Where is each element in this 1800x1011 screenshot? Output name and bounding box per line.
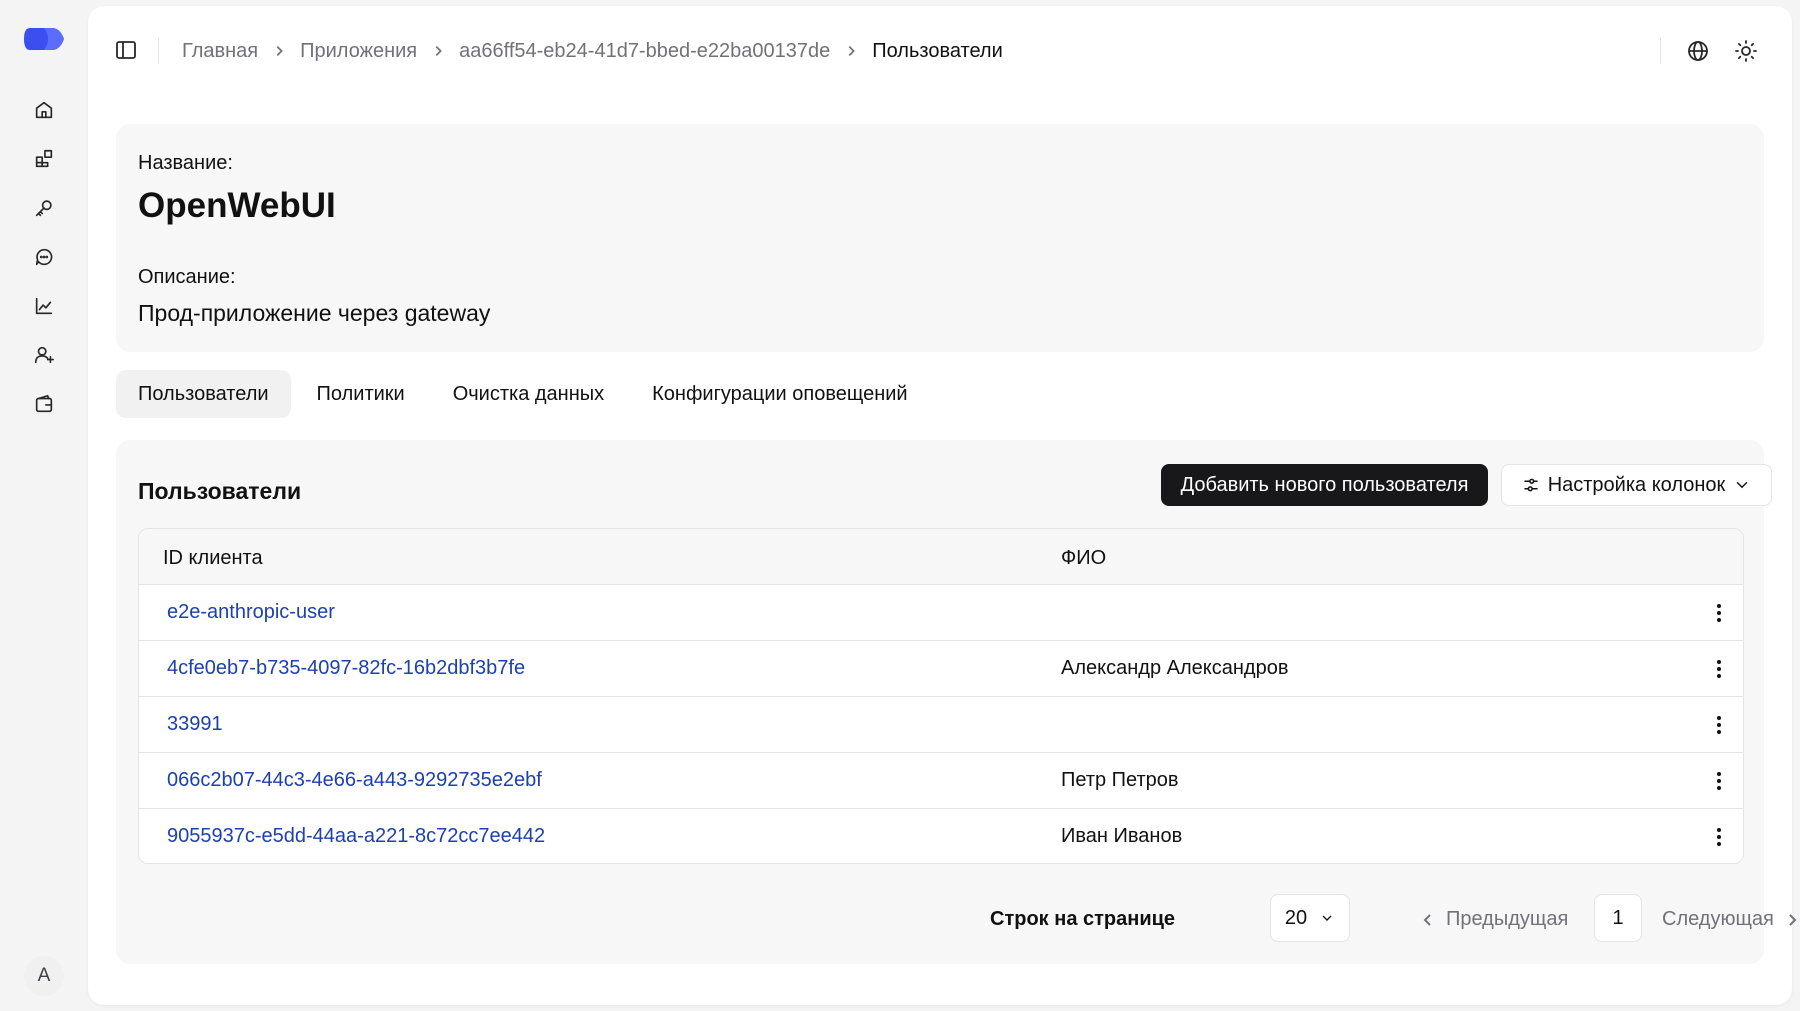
- chevron-right-icon: [272, 44, 286, 58]
- tab-data-cleanup[interactable]: Очистка данных: [431, 370, 626, 418]
- apps-icon: [35, 149, 53, 168]
- wallet-icon: [35, 394, 53, 413]
- header-right-divider: [1660, 38, 1661, 64]
- logo-icon[interactable]: [22, 26, 66, 52]
- column-settings-label: Настройка колонок: [1547, 473, 1726, 496]
- tab-policies[interactable]: Политики: [295, 370, 427, 418]
- client-id-link[interactable]: 9055937c-e5dd-44aa-a221-8c72cc7ee442: [167, 825, 545, 848]
- breadcrumb: Главная Приложения aa66ff54-eb24-41d7-bb…: [182, 38, 1003, 64]
- breadcrumb-home[interactable]: Главная: [182, 40, 258, 63]
- rows-per-page-select[interactable]: 20: [1270, 894, 1350, 942]
- breadcrumb-apps[interactable]: Приложения: [300, 40, 417, 63]
- full-name: Петр Петров: [1061, 769, 1179, 791]
- row-actions-button[interactable]: [1707, 655, 1731, 683]
- name-label: Название:: [138, 152, 233, 174]
- sidebar-toggle-icon: [116, 41, 136, 59]
- tab-notification-configs[interactable]: Конфигурации оповещений: [630, 370, 929, 418]
- sidebar-item-chats[interactable]: [24, 237, 64, 277]
- more-vertical-icon: [1717, 604, 1721, 622]
- row-actions-button[interactable]: [1707, 711, 1731, 739]
- rows-per-page-value: 20: [1284, 906, 1308, 929]
- chevron-right-icon: [844, 44, 858, 58]
- theme-toggle-button[interactable]: [1732, 37, 1760, 65]
- table-row: 4cfe0eb7-b735-4097-82fc-16b2dbf3b7fe Але…: [139, 641, 1743, 697]
- chart-icon: [35, 297, 53, 315]
- chevron-down-icon: [1322, 915, 1332, 921]
- chevron-left-icon: [1423, 913, 1431, 926]
- previous-page-button[interactable]: Предыдущая: [1420, 908, 1568, 931]
- breadcrumb-app-id[interactable]: aa66ff54-eb24-41d7-bbed-e22ba00137de: [459, 40, 830, 63]
- add-user-button[interactable]: Добавить нового пользователя: [1161, 464, 1488, 506]
- table-row: 33991: [139, 697, 1743, 753]
- home-icon: [35, 101, 53, 119]
- more-vertical-icon: [1717, 772, 1721, 790]
- users-card: Пользователи Добавить нового пользовател…: [116, 440, 1797, 964]
- table-row: 9055937c-e5dd-44aa-a221-8c72cc7ee442 Ива…: [139, 809, 1743, 863]
- more-vertical-icon: [1717, 660, 1721, 678]
- description-label: Описание:: [138, 266, 236, 288]
- tabs: Пользователи Политики Очистка данных Кон…: [116, 370, 934, 418]
- row-actions-button[interactable]: [1707, 599, 1731, 627]
- user-plus-icon: [34, 346, 54, 364]
- chevron-right-icon: [431, 44, 445, 58]
- breadcrumb-current: Пользователи: [872, 39, 1003, 62]
- rows-per-page-label: Строк на странице: [990, 908, 1176, 930]
- sidebar-item-apps[interactable]: [24, 139, 64, 179]
- users-title: Пользователи: [138, 478, 302, 504]
- next-page-label: Следующая: [1662, 908, 1774, 930]
- settings-sliders-icon: [1523, 478, 1538, 492]
- sidebar-item-users[interactable]: [24, 335, 64, 375]
- client-id-link[interactable]: e2e-anthropic-user: [167, 601, 335, 624]
- client-id-link[interactable]: 33991: [167, 713, 223, 736]
- sidebar-item-keys[interactable]: [24, 188, 64, 228]
- chevron-down-icon: [1737, 482, 1748, 489]
- table-row: e2e-anthropic-user: [139, 585, 1743, 641]
- column-header-client-id[interactable]: ID клиента: [163, 547, 263, 570]
- column-settings-button[interactable]: Настройка колонок: [1501, 464, 1772, 506]
- sidebar-item-home[interactable]: [24, 90, 64, 130]
- avatar[interactable]: A: [24, 956, 64, 996]
- full-name: Иван Иванов: [1061, 825, 1183, 847]
- column-header-full-name[interactable]: ФИО: [1061, 547, 1106, 570]
- sidebar-toggle-button[interactable]: [114, 38, 140, 64]
- full-name: Александр Александров: [1061, 657, 1289, 679]
- chevron-right-icon: [1789, 913, 1797, 926]
- users-table: ID клиента ФИО e2e-anthropic-user 4cfe0e…: [138, 528, 1744, 864]
- sidebar: A: [0, 0, 88, 1011]
- header: Главная Приложения aa66ff54-eb24-41d7-bb…: [88, 6, 1792, 94]
- table-header: ID клиента ФИО: [139, 529, 1743, 585]
- more-vertical-icon: [1717, 828, 1721, 846]
- sidebar-item-analytics[interactable]: [24, 286, 64, 326]
- row-actions-button[interactable]: [1707, 823, 1731, 851]
- app-name: OpenWebUI: [138, 186, 336, 225]
- language-button[interactable]: [1684, 37, 1712, 65]
- sidebar-nav: [0, 90, 88, 433]
- previous-page-label: Предыдущая: [1446, 908, 1569, 930]
- app-description: Прод-приложение через gateway: [138, 300, 491, 326]
- sidebar-item-billing[interactable]: [24, 384, 64, 424]
- key-icon: [35, 200, 52, 217]
- client-id-link[interactable]: 4cfe0eb7-b735-4097-82fc-16b2dbf3b7fe: [167, 657, 525, 680]
- header-divider: [158, 38, 159, 64]
- sun-icon: [1735, 40, 1757, 62]
- table-row: 066c2b07-44c3-4e66-a443-9292735e2ebf Пет…: [139, 753, 1743, 809]
- more-vertical-icon: [1717, 716, 1721, 734]
- app-info-card: Название: OpenWebUI Описание: Прод-прило…: [116, 124, 1764, 352]
- main-panel: Главная Приложения aa66ff54-eb24-41d7-bb…: [88, 6, 1797, 1005]
- globe-icon: [1688, 41, 1708, 61]
- next-page-button[interactable]: Следующая: [1662, 908, 1800, 931]
- client-id-link[interactable]: 066c2b07-44c3-4e66-a443-9292735e2ebf: [167, 769, 542, 792]
- row-actions-button[interactable]: [1707, 767, 1731, 795]
- tab-users[interactable]: Пользователи: [116, 370, 291, 418]
- chat-icon: [35, 248, 53, 266]
- current-page-button[interactable]: 1: [1594, 894, 1642, 942]
